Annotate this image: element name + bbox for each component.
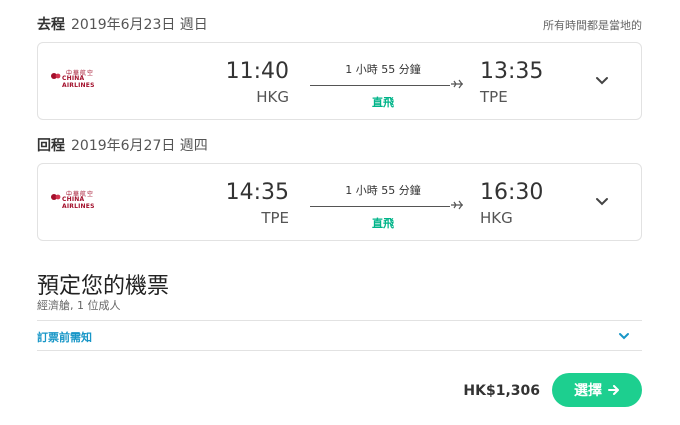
chevron-down-icon[interactable] [618,332,630,341]
chevron-down-icon[interactable] [595,197,609,207]
outbound-flight-card[interactable]: 中華航空 CHINA AIRLINES 11:40 HKG 1 小時 55 分鐘… [37,42,642,120]
local-time-note: 所有時間都是當地的 [543,19,642,32]
departure-time: 14:35 [225,180,289,205]
route-line [310,206,450,207]
return-date: 2019年6月27日 週四 [71,138,208,154]
airline-name-en: CHINA AIRLINES [62,75,95,89]
flight-duration: 1 小時 55 分鐘 [345,63,421,76]
return-direction: 回程 [37,138,65,154]
arrow-right-icon [608,385,619,395]
booking-subtitle: 經濟艙, 1 位成人 [37,299,121,312]
booking-title: 預定您的機票 [37,274,170,299]
return-flight-card[interactable]: 中華航空 CHINA AIRLINES 14:35 TPE 1 小時 55 分鐘… [37,163,642,241]
booking-notice-label[interactable]: 訂票前需知 [37,329,92,345]
departure-airport: TPE [261,209,289,227]
return-header: 回程 2019年6月27日 週四 [37,135,208,155]
airline-name-en: CHINA AIRLINES [62,196,95,210]
china-airlines-logo: 中華航空 CHINA AIRLINES [50,189,112,210]
route-line [310,85,450,86]
booking-notice-row[interactable]: 訂票前需知 [37,320,642,351]
stops-label: 直飛 [372,96,394,109]
select-button-label: 選擇 [574,383,602,399]
plane-icon [451,200,463,210]
flight-duration: 1 小時 55 分鐘 [345,184,421,197]
arrival-airport: TPE [480,88,508,106]
outbound-direction: 去程 [37,17,65,33]
plum-blossom-icon [51,73,61,79]
departure-airport: HKG [256,88,289,106]
arrival-airport: HKG [480,209,513,227]
total-price: HK$1,306 [463,383,540,399]
select-button[interactable]: 選擇 [552,373,642,407]
arrival-time: 16:30 [480,180,544,205]
china-airlines-logo: 中華航空 CHINA AIRLINES [50,68,112,89]
plum-blossom-icon [51,194,61,200]
outbound-header: 去程 2019年6月23日 週日 [37,14,208,34]
departure-time: 11:40 [225,59,289,84]
stops-label: 直飛 [372,217,394,230]
chevron-down-icon[interactable] [595,76,609,86]
plane-icon [451,79,463,89]
outbound-date: 2019年6月23日 週日 [71,17,208,33]
arrival-time: 13:35 [480,59,544,84]
